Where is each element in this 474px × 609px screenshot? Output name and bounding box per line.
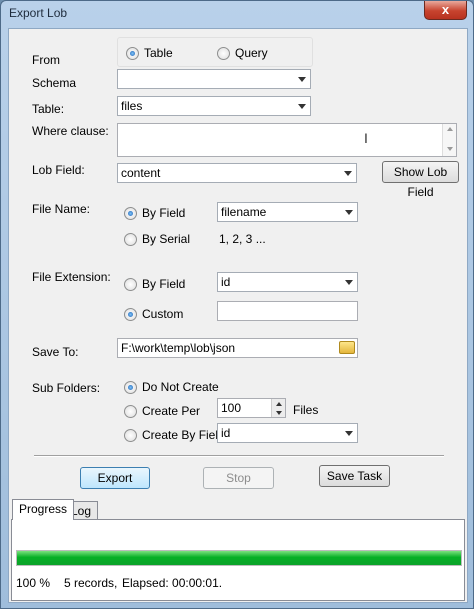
- divider: [34, 455, 444, 457]
- save-to-label: Save To:: [32, 345, 79, 359]
- radio-checked-icon: [126, 46, 139, 60]
- sub-folders-label: Sub Folders:: [32, 381, 101, 395]
- file-ext-field-select[interactable]: id: [217, 272, 358, 292]
- title-bar[interactable]: Export Lob x: [1, 1, 473, 25]
- chevron-down-icon: [340, 273, 357, 291]
- save-task-button[interactable]: Save Task: [319, 465, 390, 487]
- scroll-down-icon: [446, 147, 453, 151]
- create-per-stepper[interactable]: 100: [217, 398, 286, 418]
- schema-select[interactable]: [117, 69, 311, 89]
- progress-records: 5 records,: [64, 576, 118, 590]
- export-button[interactable]: Export: [80, 467, 150, 489]
- sub-folders-create-per-radio[interactable]: Create Per: [124, 403, 200, 419]
- close-icon: x: [441, 2, 450, 17]
- progress-bar-fill: [17, 551, 461, 565]
- lob-field-label: Lob Field:: [32, 163, 85, 177]
- table-label: Table:: [32, 102, 65, 116]
- radio-unchecked-icon: [124, 232, 137, 246]
- progress-elapsed: Elapsed: 00:00:01.: [122, 576, 223, 590]
- files-unit-label: Files: [293, 403, 319, 417]
- text-cursor-icon: I: [364, 130, 368, 146]
- file-ext-custom-radio[interactable]: Custom: [124, 306, 183, 322]
- file-name-label: File Name:: [32, 202, 91, 216]
- chevron-down-icon: [339, 164, 356, 182]
- save-to-input[interactable]: F:\work\temp\lob\json: [117, 338, 358, 358]
- file-name-field-select[interactable]: filename: [217, 202, 358, 222]
- stop-button[interactable]: Stop: [203, 467, 274, 489]
- radio-unchecked-icon: [124, 428, 137, 442]
- from-table-radio[interactable]: Table: [126, 45, 173, 61]
- from-label: From: [32, 53, 60, 67]
- file-ext-custom-input[interactable]: [217, 301, 358, 321]
- schema-label: Schema: [32, 76, 77, 90]
- radio-checked-icon: [124, 206, 137, 220]
- lob-field-select[interactable]: content: [117, 163, 357, 183]
- file-name-by-serial-radio[interactable]: By Serial: [124, 231, 190, 247]
- chevron-down-icon: [293, 97, 310, 115]
- close-button[interactable]: x: [424, 1, 467, 20]
- export-lob-window: Export Lob x From Table Query Schema Tab…: [0, 0, 474, 609]
- chevron-down-icon: [340, 203, 357, 221]
- radio-unchecked-icon: [124, 404, 137, 418]
- stepper-down-icon[interactable]: [271, 408, 285, 417]
- radio-unchecked-icon: [217, 46, 230, 60]
- file-name-by-field-radio[interactable]: By Field: [124, 205, 185, 221]
- window-title: Export Lob: [9, 6, 68, 20]
- tab-progress[interactable]: Progress: [12, 499, 75, 520]
- radio-checked-icon: [124, 380, 137, 394]
- where-clause-input[interactable]: I: [117, 123, 457, 157]
- table-select[interactable]: files: [117, 96, 311, 116]
- progress-panel: 100 % 5 records, Elapsed: 00:00:01.: [11, 519, 465, 601]
- show-lob-field-button[interactable]: Show Lob Field: [382, 161, 459, 199]
- from-query-radio[interactable]: Query: [217, 45, 268, 61]
- radio-unchecked-icon: [124, 277, 137, 291]
- sub-folders-do-not-create-radio[interactable]: Do Not Create: [124, 379, 219, 395]
- file-ext-by-field-radio[interactable]: By Field: [124, 276, 185, 292]
- chevron-down-icon: [293, 70, 310, 88]
- stepper-buttons[interactable]: [271, 399, 285, 417]
- stepper-up-icon[interactable]: [271, 399, 285, 408]
- where-clause-label: Where clause:: [32, 124, 109, 138]
- chevron-down-icon: [340, 424, 357, 442]
- scroll-up-icon: [446, 127, 453, 131]
- radio-checked-icon: [124, 307, 137, 321]
- file-extension-label: File Extension:: [32, 270, 111, 284]
- progress-percent: 100 %: [16, 576, 51, 590]
- sub-folders-field-select[interactable]: id: [217, 423, 358, 443]
- progress-bar: [16, 550, 462, 566]
- sub-folders-create-by-field-radio[interactable]: Create By Field: [124, 427, 225, 443]
- dialog-body: From Table Query Schema Table: files Whe…: [8, 28, 468, 603]
- where-scrollbar[interactable]: [442, 124, 456, 156]
- folder-icon[interactable]: [339, 341, 355, 354]
- serial-example-text: 1, 2, 3 ...: [219, 232, 266, 246]
